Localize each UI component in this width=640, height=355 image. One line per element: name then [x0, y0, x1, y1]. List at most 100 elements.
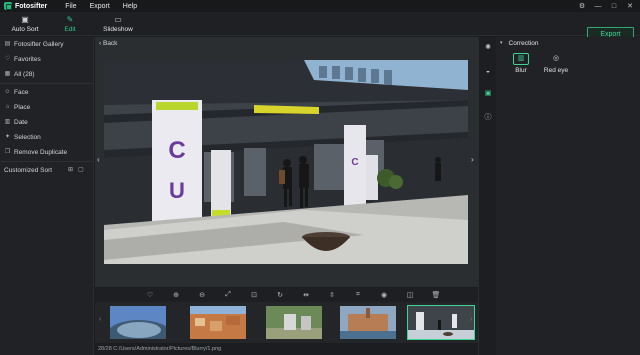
sidebar-item-label: Date: [14, 119, 28, 126]
sidebar: ▤ Fotosifter Gallery ♡ Favorites ▦ All (…: [0, 37, 94, 355]
section-title: Correction: [508, 39, 539, 47]
thumbnail[interactable]: [109, 305, 167, 340]
app-logo: Fotosifter: [4, 2, 47, 10]
auto-sort-label: Auto Sort: [11, 26, 39, 33]
next-image-arrow[interactable]: ›: [471, 155, 474, 164]
adjust-icon[interactable]: ◒: [483, 67, 493, 77]
edit-icon: ✎: [66, 15, 74, 24]
back-label: Back: [102, 40, 118, 47]
date-icon: ▥: [4, 119, 11, 125]
sidebar-item-customized-sort[interactable]: Customized Sort ⊞ ▢: [0, 163, 93, 178]
enhance-icon[interactable]: ✺: [483, 43, 493, 53]
thumbnail[interactable]: [339, 305, 397, 340]
filmstrip: ‹ ›: [95, 302, 478, 343]
slideshow-button[interactable]: ▭ Slideshow: [96, 15, 140, 33]
flip-horizontal-icon[interactable]: ⇹: [293, 291, 319, 299]
auto-sort-button[interactable]: ▣ Auto Sort: [3, 15, 47, 33]
thumbnail-image: [190, 306, 246, 339]
face-icon: ☺: [4, 89, 11, 95]
actual-size-icon[interactable]: ⊡: [241, 291, 267, 299]
street-photo-illustration: C U C: [104, 60, 468, 264]
sidebar-item-label: All (28): [14, 71, 35, 78]
sidebar-item-selection[interactable]: ✦ Selection: [0, 130, 93, 145]
menu-bar: File Export Help: [65, 3, 150, 10]
image-toolbar: ♡ ⊕ ⊖ ⤢ ⊡ ↻ ⇹ ⇳ ⌗ ◉ ◫ 🗑: [95, 288, 478, 302]
image-viewer: ‹ Back ‹ › C U C: [95, 37, 478, 287]
zoom-out-icon[interactable]: ⊖: [189, 291, 215, 299]
sidebar-item-label: Place: [14, 104, 31, 111]
add-folder-icon[interactable]: ⊞: [68, 167, 75, 174]
sidebar-item-label: Favorites: [14, 56, 41, 63]
correction-icon[interactable]: ▣: [483, 89, 493, 99]
sidebar-item-remove-duplicate[interactable]: ❐ Remove Duplicate: [0, 145, 93, 160]
info-icon[interactable]: ⓘ: [483, 113, 493, 123]
sidebar-item-favorites[interactable]: ♡ Favorites: [0, 52, 93, 67]
svg-text:C: C: [168, 137, 185, 164]
zoom-in-icon[interactable]: ⊕: [163, 291, 189, 299]
view-icon[interactable]: ◉: [371, 291, 397, 299]
thumbnail[interactable]: [189, 305, 247, 340]
app-logo-icon: [4, 2, 12, 10]
sidebar-item-place[interactable]: ⌂ Place: [0, 100, 93, 115]
sidebar-item-face[interactable]: ☺ Face: [0, 85, 93, 100]
edit-button[interactable]: ✎ Edit: [48, 15, 92, 33]
thumbnail-image: [110, 306, 166, 339]
sidebar-item-date[interactable]: ▥ Date: [0, 115, 93, 130]
main-toolbar: ▣ Auto Sort ✎ Edit ▭ Slideshow Export: [0, 12, 640, 42]
thumbnail[interactable]: [265, 305, 323, 340]
correction-effects: ▥ Blur ◎ Red eye: [496, 53, 640, 74]
previous-image-arrow[interactable]: ‹: [97, 155, 100, 164]
sidebar-item-label: Face: [14, 89, 29, 96]
maximize-button[interactable]: □: [606, 3, 622, 10]
blur-button[interactable]: ▥ Blur: [506, 53, 536, 74]
sidebar-item-gallery[interactable]: ▤ Fotosifter Gallery: [0, 37, 93, 52]
delete-icon[interactable]: 🗑: [423, 291, 449, 299]
red-eye-button[interactable]: ◎ Red eye: [541, 53, 571, 74]
folder-icon[interactable]: ▢: [78, 167, 85, 174]
place-icon: ⌂: [5, 104, 10, 110]
menu-help[interactable]: Help: [123, 3, 137, 10]
app-name: Fotosifter: [15, 2, 48, 10]
duplicate-icon: ❐: [4, 149, 11, 155]
close-button[interactable]: ✕: [622, 2, 638, 10]
fit-screen-icon[interactable]: ⤢: [215, 291, 241, 299]
slideshow-icon: ▭: [114, 15, 122, 24]
sidebar-item-all[interactable]: ▦ All (28): [0, 67, 93, 82]
correction-panel: ▾ Correction ▥ Blur ◎ Red eye: [496, 37, 640, 355]
sidebar-item-label: Selection: [14, 134, 41, 141]
edit-label: Edit: [64, 26, 76, 33]
main-photo: C U C: [104, 60, 468, 264]
edit-tools-strip: ✺ ◒ ▣ ⓘ: [478, 37, 496, 355]
menu-export[interactable]: Export: [90, 3, 110, 10]
favorites-icon: ♡: [4, 56, 11, 62]
thumbnail-image: [408, 306, 474, 339]
correction-section-header[interactable]: ▾ Correction: [496, 37, 640, 49]
filmstrip-scroll-right-icon[interactable]: ›: [470, 316, 472, 323]
back-button[interactable]: ‹ Back: [99, 40, 117, 47]
sidebar-item-label: Customized Sort: [4, 167, 53, 174]
favorite-icon[interactable]: ♡: [137, 291, 163, 299]
sidebar-item-label: Remove Duplicate: [14, 149, 68, 156]
svg-text:C: C: [351, 157, 358, 168]
all-icon: ▦: [4, 71, 11, 77]
thumbnail-selected[interactable]: [407, 305, 475, 340]
flip-vertical-icon[interactable]: ⇳: [319, 291, 345, 299]
svg-text:U: U: [169, 178, 185, 203]
caret-down-icon: ▾: [500, 40, 503, 46]
red-eye-icon: ◎: [552, 55, 560, 62]
compare-icon[interactable]: ◫: [397, 291, 423, 299]
status-bar: 28/28 C:/Users/Administrator/Pictures/Bl…: [95, 343, 478, 355]
minimize-button[interactable]: —: [590, 3, 606, 10]
sidebar-item-label: Fotosifter Gallery: [14, 41, 64, 48]
red-eye-label: Red eye: [543, 67, 569, 74]
crop-icon[interactable]: ⌗: [345, 291, 371, 299]
menu-file[interactable]: File: [65, 3, 76, 10]
gallery-icon: ▤: [4, 41, 11, 47]
sidebar-divider: [0, 83, 93, 84]
selection-icon: ✦: [4, 134, 11, 140]
gear-icon[interactable]: ⚙: [574, 2, 590, 10]
sidebar-divider: [0, 161, 93, 162]
blur-icon: ▥: [513, 53, 529, 65]
filmstrip-scroll-left-icon[interactable]: ‹: [99, 316, 101, 323]
rotate-icon[interactable]: ↻: [267, 291, 293, 299]
